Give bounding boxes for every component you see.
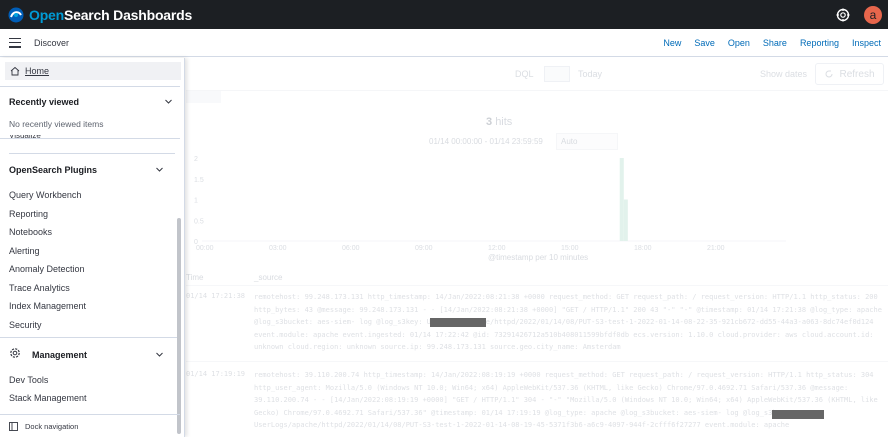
app-header: Discover New Save Open Share Reporting I… (0, 29, 888, 57)
top-nav-menu: New Save Open Share Reporting Inspect (650, 29, 881, 57)
nav-anomaly-detection[interactable]: Anomaly Detection (9, 264, 85, 274)
plugins-section-title[interactable]: OpenSearch Plugins (9, 165, 97, 175)
side-nav: Home Recently viewed No recently viewed … (0, 58, 185, 437)
management-section-title[interactable]: Management (32, 350, 87, 360)
nav-alerting[interactable]: Alerting (9, 246, 40, 256)
divider (9, 153, 175, 154)
nav-index-management[interactable]: Index Management (9, 301, 86, 311)
menu-toggle-icon[interactable] (9, 37, 21, 48)
nav-notebooks[interactable]: Notebooks (9, 227, 52, 237)
recently-viewed-title[interactable]: Recently viewed (9, 97, 79, 107)
dock-icon (9, 421, 18, 431)
nav-trace-analytics[interactable]: Trace Analytics (9, 283, 70, 293)
nav-query-workbench[interactable]: Query Workbench (9, 190, 81, 200)
dock-label: Dock navigation (25, 421, 79, 431)
nav-dev-tools[interactable]: Dev Tools (9, 375, 48, 385)
help-icon[interactable] (836, 8, 850, 22)
opensearch-logo[interactable]: OpenSearch Dashboards (8, 7, 192, 23)
chevron-down-icon[interactable] (164, 97, 173, 106)
nav-scrollbar[interactable] (177, 218, 181, 434)
divider (0, 337, 180, 338)
nav-security[interactable]: Security (9, 320, 42, 330)
divider (0, 86, 180, 87)
share-button[interactable]: Share (763, 38, 787, 48)
reporting-button[interactable]: Reporting (800, 38, 839, 48)
recently-viewed-item-partial[interactable]: Visualize (9, 135, 41, 141)
nav-reporting[interactable]: Reporting (9, 209, 48, 219)
home-label: Home (25, 66, 50, 76)
opensearch-logo-icon (8, 7, 24, 22)
save-button[interactable]: Save (694, 38, 715, 48)
new-button[interactable]: New (663, 38, 681, 48)
global-header: OpenSearch Dashboards a (0, 0, 888, 29)
gear-icon (10, 348, 20, 358)
chevron-down-icon[interactable] (155, 350, 164, 359)
home-icon (10, 66, 20, 76)
dock-navigation-button[interactable]: Dock navigation (0, 414, 180, 437)
user-avatar[interactable]: a (864, 5, 882, 24)
open-button[interactable]: Open (728, 38, 750, 48)
breadcrumb-current: Discover (34, 37, 70, 48)
brand-name: OpenSearch Dashboards (29, 6, 193, 23)
nav-stack-management[interactable]: Stack Management (9, 393, 87, 403)
recently-viewed-empty: No recently viewed items (9, 119, 104, 129)
chevron-down-icon[interactable] (155, 165, 164, 174)
inspect-button[interactable]: Inspect (852, 38, 881, 48)
nav-home-link[interactable]: Home (5, 62, 181, 80)
